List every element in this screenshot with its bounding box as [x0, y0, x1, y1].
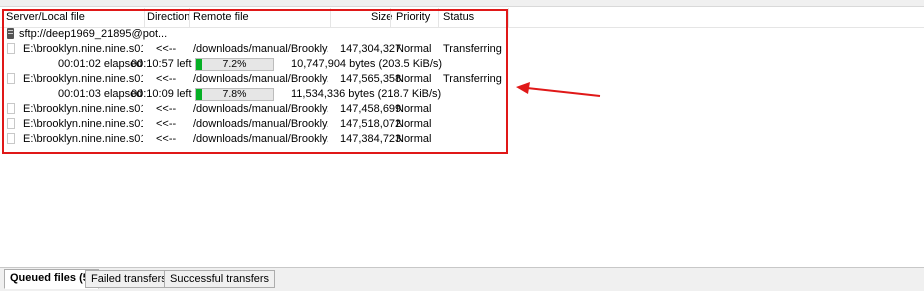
tab-successful-transfers[interactable]: Successful transfers [164, 270, 276, 288]
tab-failed-transfers[interactable]: Failed transfers [85, 270, 173, 288]
queue-tab-bar: Queued files (5) Failed transfers Succes… [0, 267, 924, 291]
annotation-arrow-icon [516, 82, 601, 97]
